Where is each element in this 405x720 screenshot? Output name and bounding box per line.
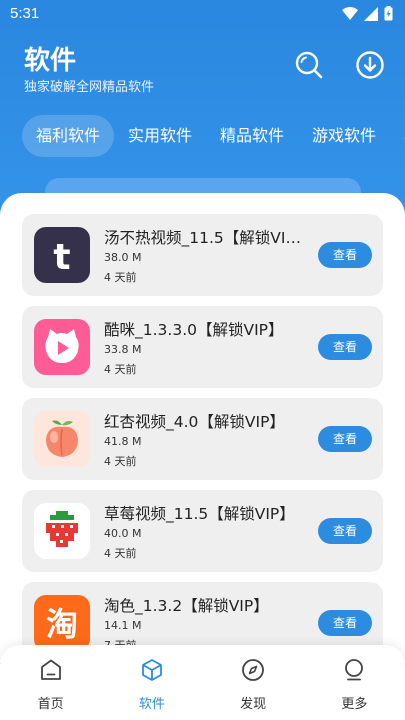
tab-welfare-software[interactable]: 福利软件 <box>22 115 115 157</box>
app-name: 酷咪_1.3.3.0【解锁VIP】 <box>104 321 284 339</box>
bottom-nav: 首页 软件 发现 更多 <box>0 645 405 720</box>
app-size: 33.8 M <box>104 343 142 356</box>
tab-premium-software[interactable]: 精品软件 <box>206 115 298 157</box>
page-title: 软件 <box>24 46 77 76</box>
download-icon <box>356 51 384 79</box>
battery-icon <box>384 6 393 21</box>
more-icon <box>345 659 364 681</box>
app-date: 4 天前 <box>104 455 137 468</box>
compass-icon <box>242 659 265 681</box>
nav-label: 更多 <box>341 697 368 712</box>
search-icon <box>295 51 323 79</box>
view-button[interactable]: 查看 <box>318 242 372 268</box>
list-item[interactable]: 草莓视频_11.5【解锁VIP】 40.0 M 4 天前 查看 <box>22 490 383 572</box>
app-size: 14.1 M <box>104 619 142 632</box>
signal-icon <box>364 6 378 21</box>
status-icons <box>342 6 393 21</box>
nav-software[interactable]: 软件 <box>101 645 202 720</box>
home-icon <box>40 659 61 680</box>
cube-icon <box>141 659 162 681</box>
nav-home[interactable]: 首页 <box>0 645 101 720</box>
search-button[interactable] <box>294 50 324 80</box>
peach-icon <box>34 411 90 467</box>
list-item[interactable]: 红杏视频_4.0【解锁VIP】 41.8 M 4 天前 查看 <box>22 398 383 480</box>
app-name: 草莓视频_11.5【解锁VIP】 <box>104 505 295 523</box>
app-name: 汤不热视频_11.5【解锁VIP】 <box>104 229 309 247</box>
view-button[interactable]: 查看 <box>318 334 372 360</box>
list-item[interactable]: 酷咪_1.3.3.0【解锁VIP】 33.8 M 4 天前 查看 <box>22 306 383 388</box>
strawberry-icon <box>34 503 90 559</box>
app-size: 41.8 M <box>104 435 142 448</box>
tab-game-software[interactable]: 游戏软件 <box>298 115 390 157</box>
app-date: 4 天前 <box>104 363 137 376</box>
tao-icon: 淘 <box>34 595 90 651</box>
wifi-icon <box>342 6 358 20</box>
nav-more[interactable]: 更多 <box>304 645 405 720</box>
nav-label: 软件 <box>138 697 165 712</box>
app-date: 4 天前 <box>104 271 137 284</box>
view-button[interactable]: 查看 <box>318 426 372 452</box>
app-list: t 汤不热视频_11.5【解锁VIP】 38.0 M 4 天前 查看 酷咪_1.… <box>0 193 405 663</box>
download-button[interactable] <box>355 50 385 80</box>
tumblr-icon: t <box>34 227 90 283</box>
view-button[interactable]: 查看 <box>318 518 372 544</box>
cat-play-icon <box>34 319 90 375</box>
tab-private[interactable]: 私 <box>390 115 405 157</box>
app-date: 4 天前 <box>104 547 137 560</box>
status-bar: 5:31 <box>0 0 405 28</box>
app-size: 40.0 M <box>104 527 142 540</box>
nav-discover[interactable]: 发现 <box>203 645 304 720</box>
list-item[interactable]: t 汤不热视频_11.5【解锁VIP】 38.0 M 4 天前 查看 <box>22 214 383 296</box>
page-subtitle: 独家破解全网精品软件 <box>24 80 155 95</box>
category-tabs: 福利软件 实用软件 精品软件 游戏软件 私 <box>22 115 405 157</box>
app-size: 38.0 M <box>104 251 142 264</box>
view-button[interactable]: 查看 <box>318 610 372 636</box>
tab-utility-software[interactable]: 实用软件 <box>114 115 206 157</box>
app-name: 淘色_1.3.2【解锁VIP】 <box>104 597 269 615</box>
svg-text:淘: 淘 <box>46 605 78 643</box>
status-time: 5:31 <box>10 5 40 22</box>
nav-label: 首页 <box>37 697 64 712</box>
nav-label: 发现 <box>240 697 267 712</box>
svg-text:t: t <box>53 237 70 278</box>
app-name: 红杏视频_4.0【解锁VIP】 <box>104 413 285 431</box>
